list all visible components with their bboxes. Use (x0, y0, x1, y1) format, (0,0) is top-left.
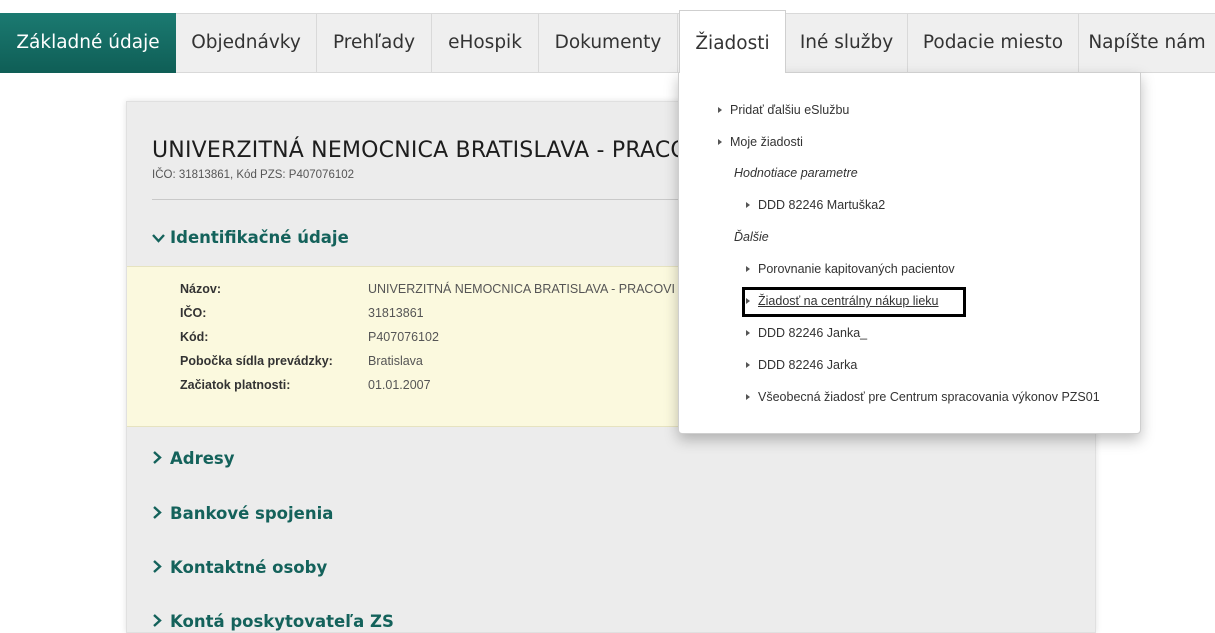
bullet-icon (746, 329, 750, 336)
menu-item-vseobecna[interactable]: Všeobecná žiadosť pre Centrum spracovani… (746, 390, 1100, 404)
bullet-icon (718, 106, 722, 113)
field-label-ico: IČO: (180, 306, 207, 320)
page-title: UNIVERZITNÁ NEMOCNICA BRATISLAVA - PRACO… (152, 138, 710, 163)
field-value-kod: P407076102 (368, 330, 439, 344)
section-bankove-spojenia-label: Bankové spojenia (170, 504, 334, 523)
field-value-zaciatok: 01.01.2007 (368, 378, 431, 392)
menu-item-label: DDD 82246 Jarka (758, 358, 858, 372)
menu-item-label: Moje žiadosti (730, 135, 803, 149)
menu-heading-other: Ďalšie (734, 230, 769, 244)
section-identification-toggle[interactable]: Identifikačné údaje (152, 228, 349, 247)
section-kontaktne-osoby-toggle[interactable]: Kontaktné osoby (152, 558, 327, 577)
section-bankove-spojenia-toggle[interactable]: Bankové spojenia (152, 504, 333, 523)
bullet-icon (746, 297, 750, 304)
section-identification-label: Identifikačné údaje (170, 228, 349, 247)
section-konta-label: Kontá poskytovateľa ZS (170, 612, 394, 631)
tab-ehospik[interactable]: eHospik (432, 13, 539, 73)
bullet-icon (718, 138, 722, 145)
bullet-icon (746, 265, 750, 272)
menu-item-label: Porovnanie kapitovaných pacientov (758, 262, 955, 276)
menu-item-label: Všeobecná žiadosť pre Centrum spracovani… (758, 390, 1100, 404)
divider (152, 199, 682, 200)
tab-ziadosti[interactable]: Žiadosti (679, 10, 786, 73)
ziadosti-dropdown-menu (678, 72, 1141, 434)
menu-item-label: DDD 82246 Martuška2 (758, 198, 886, 212)
tab-ine-sluzby[interactable]: Iné služby (786, 13, 908, 73)
menu-item-label: DDD 82246 Janka_ (758, 326, 868, 340)
field-value-nazov: UNIVERZITNÁ NEMOCNICA BRATISLAVA - PRACO… (368, 282, 675, 296)
tab-podacie-miesto[interactable]: Podacie miesto (908, 13, 1079, 73)
field-label-kod: Kód: (180, 330, 209, 344)
top-navigation: Základné údaje Objednávky Prehľady eHosp… (0, 0, 1215, 73)
bullet-icon (746, 201, 750, 208)
chevron-down-icon (152, 231, 170, 247)
chevron-right-icon (152, 614, 170, 631)
field-label-nazov: Názov: (180, 282, 221, 296)
section-adresy-label: Adresy (170, 449, 235, 468)
section-adresy-toggle[interactable]: Adresy (152, 449, 235, 468)
menu-heading-params: Hodnotiace parametre (734, 166, 858, 180)
bullet-icon (746, 361, 750, 368)
menu-item-central-purchase[interactable]: Žiadosť na centrálny nákup lieku (746, 294, 939, 308)
chevron-right-icon (152, 451, 170, 468)
menu-item-label: Žiadosť na centrálny nákup lieku (758, 294, 939, 308)
menu-item-add-eservice[interactable]: Pridať ďalšiu eSlužbu (718, 103, 849, 117)
tab-zakladne-udaje[interactable]: Základné údaje (0, 13, 176, 73)
menu-item-ddd-janka[interactable]: DDD 82246 Janka_ (746, 326, 867, 340)
tab-napiste-nam[interactable]: Napíšte nám (1079, 13, 1215, 73)
field-label-zaciatok: Začiatok platnosti: (180, 378, 291, 392)
chevron-right-icon (152, 560, 170, 577)
tab-objednavky[interactable]: Objednávky (176, 13, 317, 73)
field-value-ico: 31813861 (368, 306, 424, 320)
menu-item-label: Pridať ďalšiu eSlužbu (730, 103, 850, 117)
field-value-pobocka: Bratislava (368, 354, 423, 368)
section-konta-toggle[interactable]: Kontá poskytovateľa ZS (152, 612, 394, 631)
bullet-icon (746, 393, 750, 400)
tab-dokumenty[interactable]: Dokumenty (539, 13, 678, 73)
menu-item-ddd-jarka[interactable]: DDD 82246 Jarka (746, 358, 857, 372)
tab-prehlady[interactable]: Prehľady (317, 13, 432, 73)
menu-item-ddd-martuska[interactable]: DDD 82246 Martuška2 (746, 198, 885, 212)
menu-item-porovnanie[interactable]: Porovnanie kapitovaných pacientov (746, 262, 955, 276)
section-kontaktne-osoby-label: Kontaktné osoby (170, 558, 328, 577)
field-label-pobocka: Pobočka sídla prevádzky: (180, 354, 333, 368)
page-subtitle: IČO: 31813861, Kód PZS: P407076102 (152, 169, 355, 181)
chevron-right-icon (152, 506, 170, 523)
menu-item-my-requests[interactable]: Moje žiadosti (718, 135, 803, 149)
